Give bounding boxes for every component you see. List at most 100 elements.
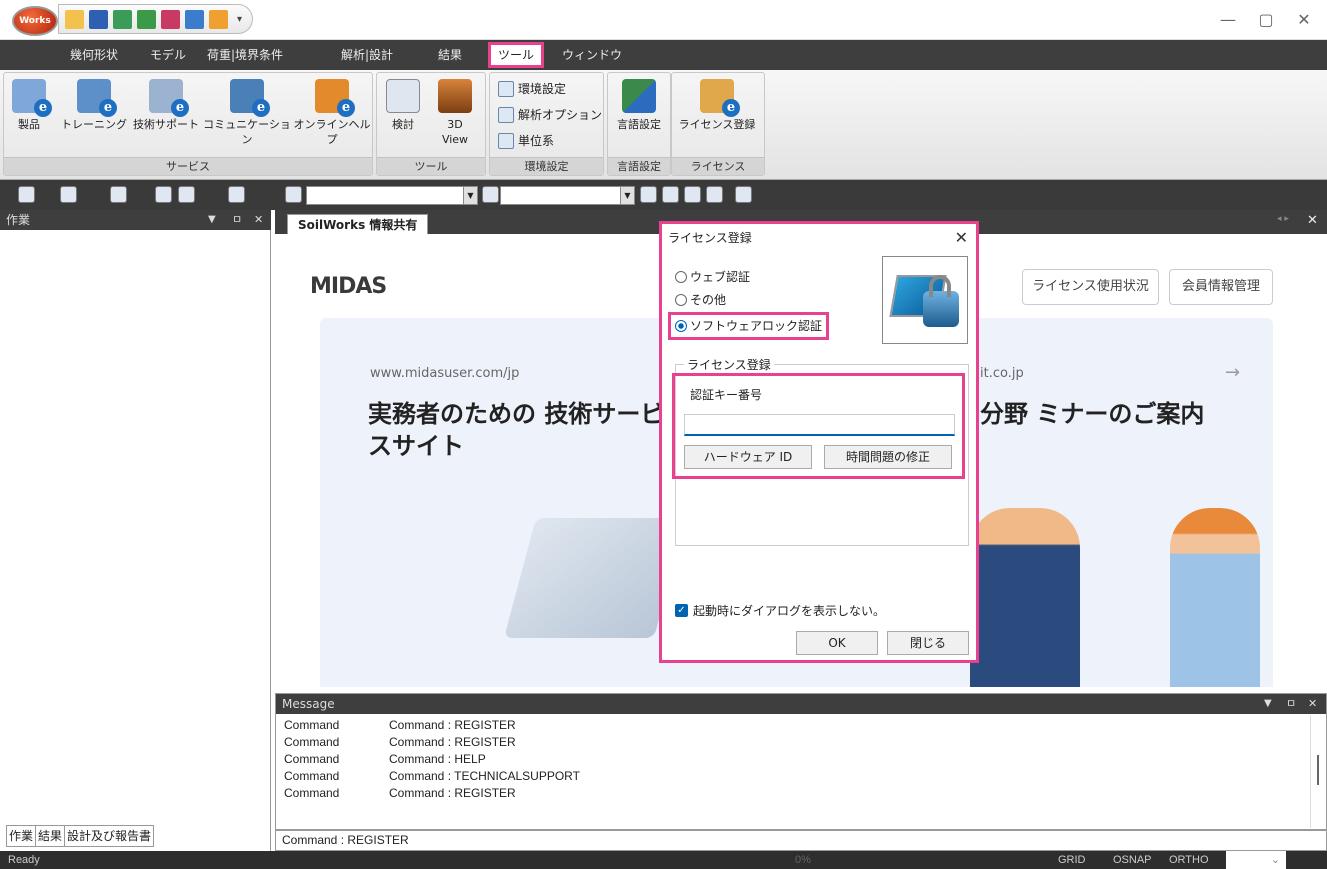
layer-icon[interactable] — [285, 186, 302, 203]
hide-dialog-checkbox[interactable]: ✓ 起動時にダイアログを表示しない。 — [675, 602, 885, 619]
save-icon[interactable] — [89, 9, 108, 29]
work-panel-title: 作業 — [6, 213, 31, 227]
product-button[interactable]: e 製品 — [7, 79, 52, 132]
message-title: Message — [282, 697, 335, 711]
timer-icon[interactable] — [640, 186, 657, 203]
banner-arrow-icon[interactable]: → — [1225, 362, 1240, 383]
banner-url[interactable]: www.midasuser.com/jp — [370, 366, 519, 381]
analysis-options-button[interactable]: 解析オプション — [498, 105, 602, 125]
menu-geometry[interactable]: 幾何形状 — [70, 40, 118, 70]
ribbon-group-tool: 検討 3D View ツール — [376, 72, 486, 176]
people-illustration — [1170, 508, 1260, 687]
minimize-icon[interactable]: — — [1218, 10, 1238, 29]
copy-icon[interactable] — [155, 186, 172, 203]
menu-model[interactable]: モデル — [150, 40, 186, 70]
qat-dropdown-icon[interactable]: ▾ — [237, 14, 242, 25]
ok-button[interactable]: OK — [796, 631, 878, 655]
panel-menu-icon[interactable]: ▼ — [208, 210, 216, 230]
radio-icon — [675, 271, 687, 283]
line-tool-icon[interactable] — [137, 9, 156, 29]
dialog-title: ライセンス登録 — [662, 224, 976, 252]
pointer-icon[interactable] — [706, 186, 723, 203]
property-combo[interactable]: ▼ — [500, 186, 635, 205]
list-item: Command Command : REGISTER — [284, 718, 516, 732]
stop-icon[interactable] — [735, 186, 752, 203]
training-button[interactable]: e トレーニング — [59, 79, 129, 132]
online-help-button[interactable]: e オンラインヘルプ — [291, 79, 373, 147]
key-input-group: 認証キー番号 ハードウェア ID 時間問題の修正 — [672, 373, 965, 479]
osnap-toggle[interactable]: OSNAP — [1113, 851, 1152, 869]
restore-icon[interactable]: ▢ — [1256, 10, 1276, 29]
message-close-icon[interactable]: ✕ — [1308, 694, 1317, 714]
message-menu-icon[interactable]: ▼ — [1264, 694, 1272, 714]
app-logo[interactable]: Works — [12, 6, 58, 36]
review-button[interactable]: 検討 — [383, 79, 423, 132]
zoom-window-icon[interactable] — [684, 186, 701, 203]
mesh-icon[interactable] — [161, 9, 180, 29]
close-button[interactable]: 閉じる — [887, 631, 969, 655]
message-pin-icon[interactable]: ㅁ — [1286, 694, 1296, 714]
brush-icon[interactable] — [482, 186, 499, 203]
key-label: 認証キー番号 — [690, 388, 763, 402]
menu-results[interactable]: 結果 — [438, 40, 462, 70]
3d-view-button[interactable]: 3D View — [431, 79, 479, 147]
tab-close-icon[interactable]: ✕ — [1307, 213, 1318, 228]
open-folder-icon[interactable] — [65, 9, 84, 29]
ribbon-group-service: e 製品 e トレーニング e 技術サポート e コミュニケーション e オンラ… — [3, 72, 373, 176]
license-fieldset: ライセンス登録 認証キー番号 ハードウェア ID 時間問題の修正 — [672, 356, 969, 546]
time-fix-button[interactable]: 時間問題の修正 — [824, 445, 952, 469]
env-settings-button[interactable]: 環境設定 — [498, 79, 566, 99]
menu-load[interactable]: 荷重|境界条件 — [207, 40, 283, 70]
command-input[interactable]: Command : REGISTER — [275, 830, 1327, 851]
banner-url-2[interactable]: it.co.jp — [980, 366, 1024, 381]
license-register-button[interactable]: e ライセンス登録 — [674, 79, 760, 132]
people-illustration — [970, 508, 1080, 687]
list-item: Command Command : REGISTER — [284, 786, 516, 800]
status-dropdown[interactable]: ⌄ — [1226, 851, 1286, 869]
undo-icon[interactable] — [18, 186, 35, 203]
grid-icon[interactable] — [662, 186, 679, 203]
menu-analysis[interactable]: 解析|設計 — [341, 40, 393, 70]
tab-results[interactable]: 結果 — [36, 826, 66, 846]
grid-toggle[interactable]: GRID — [1058, 851, 1086, 869]
language-button[interactable]: 言語設定 — [612, 79, 666, 132]
layer-combo[interactable]: ▼ — [306, 186, 478, 205]
hardware-id-button[interactable]: ハードウェア ID — [684, 445, 812, 469]
tab-nav-icon[interactable]: ◂ ▸ — [1277, 214, 1289, 224]
geometry-icon[interactable] — [113, 9, 132, 29]
quick-access-toolbar: ▾ — [58, 4, 254, 34]
light-icon[interactable] — [228, 186, 245, 203]
radio-web-auth[interactable]: ウェブ認証 — [675, 268, 750, 286]
redo-icon[interactable] — [60, 186, 77, 203]
license-lock-image — [882, 256, 968, 344]
product-icon: e — [12, 79, 52, 117]
panel-pin-icon[interactable]: ㅁ — [232, 210, 242, 230]
paste-icon[interactable] — [178, 186, 195, 203]
title-bar: ▾ Works — ▢ ✕ — [0, 0, 1327, 40]
list-item: Command Command : REGISTER — [284, 735, 516, 749]
radio-software-lock[interactable]: ソフトウェアロック認証 — [668, 312, 830, 340]
select-icon[interactable] — [110, 186, 127, 203]
menu-tools[interactable]: ツール — [488, 42, 545, 68]
analysis-icon[interactable] — [209, 9, 228, 29]
dialog-close-icon[interactable]: ✕ — [955, 228, 968, 247]
member-info-button[interactable]: 会員情報管理 — [1169, 269, 1273, 305]
menu-window[interactable]: ウィンドウ — [562, 40, 622, 70]
license-usage-button[interactable]: ライセンス使用状況 — [1022, 269, 1159, 305]
tab-design-report[interactable]: 設計及び報告書 — [65, 826, 153, 846]
ortho-toggle[interactable]: ORTHO — [1169, 851, 1209, 869]
unit-icon — [498, 133, 514, 149]
key-input[interactable] — [684, 414, 955, 436]
communication-button[interactable]: e コミュニケーション — [201, 79, 293, 147]
training-icon: e — [77, 79, 117, 117]
tab-info-share[interactable]: SoilWorks 情報共有 — [287, 214, 429, 234]
message-scrollbar[interactable] — [1310, 715, 1324, 828]
unit-system-button[interactable]: 単位系 — [498, 131, 554, 151]
close-icon[interactable]: ✕ — [1294, 10, 1314, 29]
panel-close-icon[interactable]: ✕ — [254, 210, 263, 230]
tab-work[interactable]: 作業 — [7, 826, 37, 846]
boundary-icon[interactable] — [185, 9, 204, 29]
radio-other[interactable]: その他 — [675, 291, 726, 309]
license-dialog: ライセンス登録 ✕ ウェブ認証 その他 ソフトウェアロック認証 ライセンス登録 … — [659, 221, 979, 663]
tech-support-button[interactable]: e 技術サポート — [130, 79, 202, 132]
